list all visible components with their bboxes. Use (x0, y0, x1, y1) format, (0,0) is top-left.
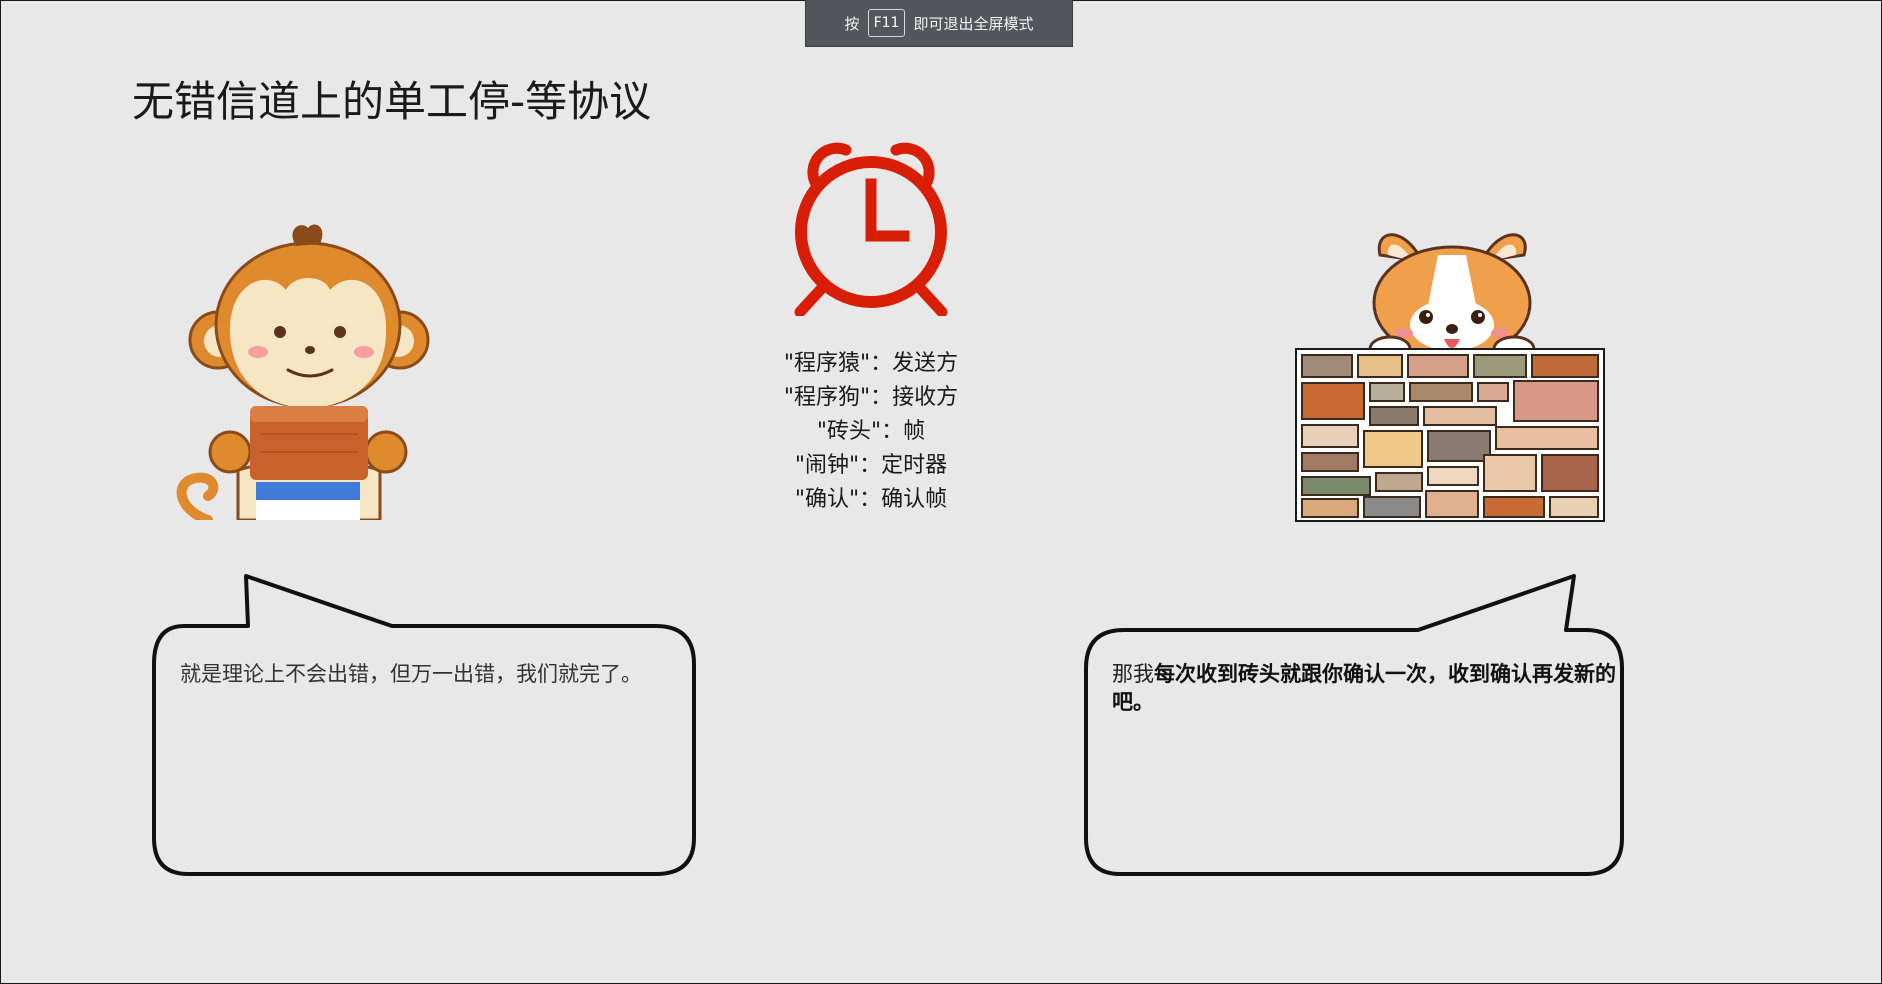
monkey-speech-text: 就是理论上不会出错，但万一出错，我们就完了。 (180, 662, 642, 686)
monkey-illustration (176, 224, 430, 520)
legend-item-ack: "确认"：确认帧 (794, 487, 948, 512)
legend-item-receiver: "程序狗"：接收方 (783, 385, 959, 410)
corgi-speech-text: 那我每次收到砖头就跟你确认一次，收到确认再发新的吧。 (1112, 660, 1647, 716)
role-legend: "程序猿"：发送方 "程序狗"：接收方 "砖头"：帧 "闹钟"：定时器 "确认"… (740, 347, 1002, 517)
fullscreen-exit-hint: 按 F11 即可退出全屏模式 (805, 0, 1073, 47)
f11-key-badge: F11 (867, 9, 906, 37)
legend-item-sender: "程序猿"：发送方 (783, 351, 959, 376)
corgi-speech-bold: 每次收到砖头就跟你确认一次，收到确认再发新的吧。 (1112, 662, 1616, 714)
corgi-wall-illustration (1295, 233, 1605, 522)
speech-bubble-left (152, 574, 696, 876)
fullscreen-hint-suffix: 即可退出全屏模式 (913, 14, 1034, 33)
speech-bubble-right (1084, 574, 1624, 876)
slide-title: 无错信道上的单工停-等协议 (132, 77, 652, 126)
legend-item-timer: "闹钟"：定时器 (794, 453, 948, 478)
legend-item-frame: "砖头"：帧 (816, 419, 926, 444)
corgi-speech-prefix: 那我 (1112, 662, 1154, 686)
alarm-clock-icon (794, 142, 948, 316)
fullscreen-hint-prefix: 按 (844, 14, 860, 33)
